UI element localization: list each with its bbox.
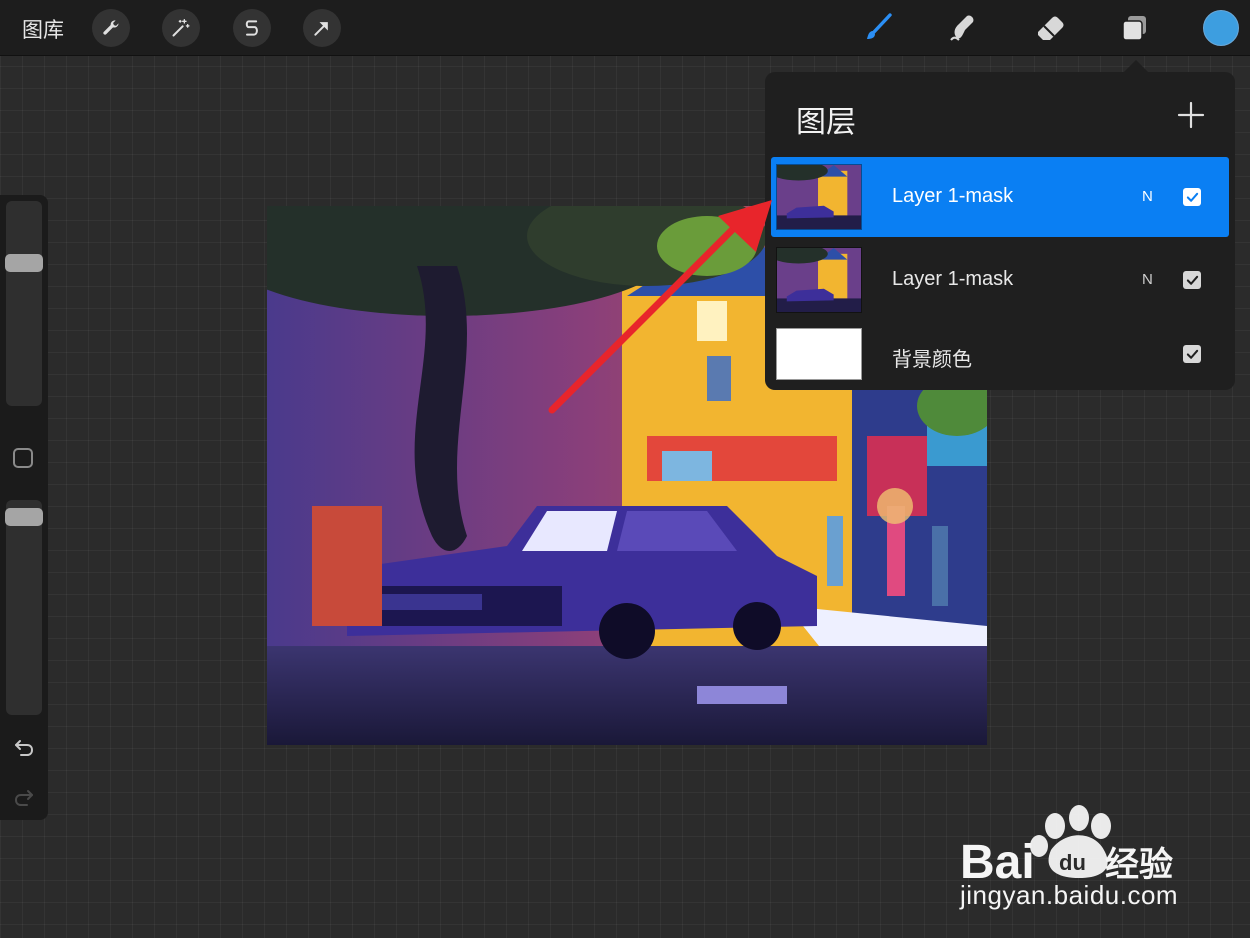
blend-mode-button[interactable]: N	[1142, 188, 1153, 205]
undo-icon[interactable]	[12, 735, 36, 759]
add-layer-icon[interactable]	[1176, 100, 1206, 130]
actions-button[interactable]	[92, 9, 130, 47]
gallery-button[interactable]: 图库	[22, 14, 64, 44]
eraser-icon	[1038, 16, 1064, 40]
layer-row-2[interactable]: Layer 1-mask N	[771, 240, 1229, 320]
adjustments-button[interactable]	[162, 9, 200, 47]
visibility-checkbox[interactable]	[1183, 345, 1201, 363]
brush-size-slider[interactable]	[5, 201, 43, 406]
eraser-tool[interactable]	[1032, 10, 1068, 46]
smudge-tool[interactable]	[945, 10, 981, 46]
wrench-icon	[103, 20, 119, 35]
blend-mode-button[interactable]: N	[1142, 271, 1153, 288]
opacity-slider[interactable]	[5, 500, 43, 715]
transform-arrow-icon	[314, 22, 328, 36]
checkmark-icon	[1186, 192, 1198, 202]
background-color-swatch	[776, 328, 862, 380]
layer-row-1[interactable]: Layer 1-mask N	[771, 157, 1229, 237]
selection-button[interactable]	[233, 9, 271, 47]
magic-wand-icon	[172, 19, 190, 37]
layer-name: Layer 1-mask	[892, 185, 1014, 207]
color-picker[interactable]	[1203, 10, 1239, 46]
brush-size-thumb[interactable]	[5, 254, 43, 273]
layer-name: Layer 1-mask	[892, 268, 1014, 290]
brush-tool[interactable]	[860, 10, 896, 46]
selection-icon	[245, 20, 258, 36]
brush-icon	[867, 13, 892, 39]
opacity-thumb[interactable]	[5, 507, 43, 526]
modify-button[interactable]	[13, 448, 33, 468]
watermark-brand-suffix: du	[1059, 850, 1086, 875]
smudge-icon	[950, 15, 974, 41]
layer-row-background[interactable]: 背景颜色	[771, 313, 1229, 393]
visibility-checkbox[interactable]	[1183, 271, 1201, 289]
visibility-checkbox[interactable]	[1183, 188, 1201, 206]
redo-icon[interactable]	[12, 785, 36, 809]
layers-icon	[1122, 16, 1146, 41]
layers-panel: 图层 Layer 1-mask N Layer 1-mask N 背景颜色	[765, 72, 1235, 390]
transform-button[interactable]	[303, 9, 341, 47]
watermark-url: jingyan.baidu.com	[960, 880, 1179, 910]
layer-thumbnail	[776, 164, 862, 230]
top-toolbar: 图库	[0, 0, 1250, 56]
checkmark-icon	[1186, 349, 1198, 359]
layers-tool[interactable]	[1117, 10, 1153, 46]
checkmark-icon	[1186, 275, 1198, 285]
layer-name: 背景颜色	[892, 349, 972, 371]
watermark-product: 经验	[1105, 845, 1173, 885]
annotation-arrow-icon	[548, 200, 772, 414]
left-sidebar	[0, 195, 48, 820]
layers-panel-title: 图层	[796, 106, 856, 139]
layer-thumbnail	[776, 247, 862, 313]
